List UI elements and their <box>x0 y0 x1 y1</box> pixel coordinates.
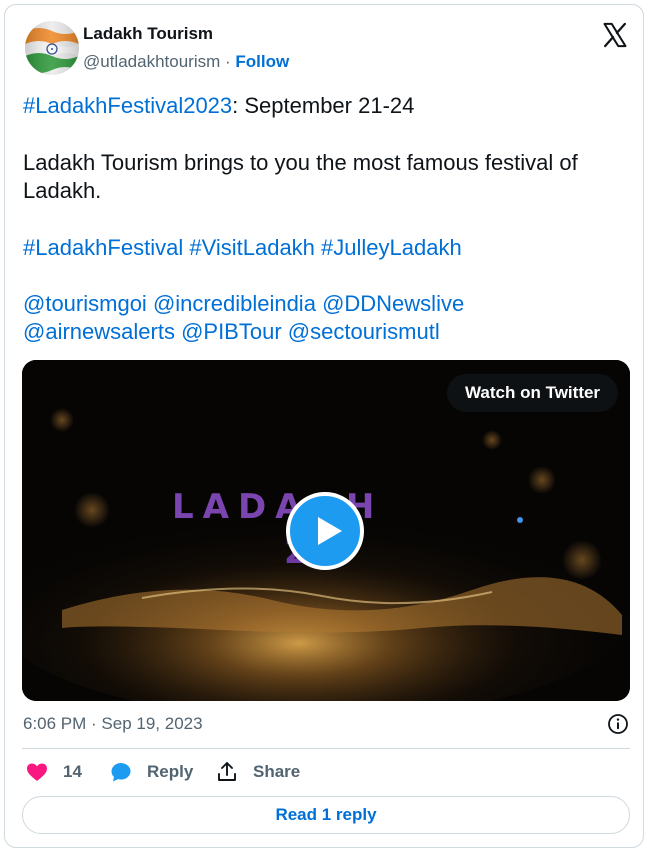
hashtag-link[interactable]: #JulleyLadakh <box>321 235 462 260</box>
tweet-mentions-2: @airnewsalerts @PIBTour @sectourismutl <box>23 318 633 346</box>
play-icon <box>318 517 342 545</box>
mention-link[interactable]: @airnewsalerts <box>23 319 175 344</box>
x-logo-icon[interactable] <box>601 21 629 49</box>
info-icon[interactable] <box>606 712 630 736</box>
reply-button[interactable]: Reply <box>109 760 193 784</box>
author-handle[interactable]: @utladakhtourism <box>83 52 220 71</box>
divider <box>22 748 630 749</box>
author-name[interactable]: Ladakh Tourism <box>83 24 213 44</box>
hashtag-link[interactable]: #LadakhFestival2023 <box>23 93 232 118</box>
tweet-embed-card: Ladakh Tourism @utladakhtourism · Follow… <box>4 4 644 848</box>
tweet-text-span: : September 21-24 <box>232 93 415 118</box>
read-replies-button[interactable]: Read 1 reply <box>22 796 630 834</box>
author-handle-row: @utladakhtourism · Follow <box>83 52 289 72</box>
tweet-mentions-1: @tourismgoi @incredibleindia @DDNewslive <box>23 290 633 318</box>
mention-link[interactable]: @sectourismutl <box>288 319 440 344</box>
follow-button[interactable]: Follow <box>235 52 289 71</box>
reply-label: Reply <box>147 762 194 781</box>
avatar[interactable] <box>25 21 79 75</box>
mention-link[interactable]: @tourismgoi <box>23 291 147 316</box>
hashtag-link[interactable]: #LadakhFestival <box>23 235 183 260</box>
mention-link[interactable]: @incredibleindia <box>153 291 316 316</box>
share-button[interactable]: Share <box>215 760 300 784</box>
tweet-line-1: #LadakhFestival2023: September 21-24 <box>23 92 633 120</box>
share-label: Share <box>253 762 301 781</box>
heart-icon <box>27 763 47 781</box>
speech-bubble-icon <box>111 763 131 782</box>
play-button[interactable] <box>286 492 364 570</box>
like-button[interactable]: 14 <box>25 760 82 784</box>
mention-link[interactable]: @PIBTour <box>181 319 282 344</box>
separator-dot: · <box>225 52 231 71</box>
india-flag-icon <box>25 21 79 75</box>
tweet-hashtags: #LadakhFestival #VisitLadakh #JulleyLada… <box>23 234 633 262</box>
hashtag-link[interactable]: #VisitLadakh <box>189 235 315 260</box>
watch-on-twitter-button[interactable]: Watch on Twitter <box>447 374 619 412</box>
mention-link[interactable]: @DDNewslive <box>322 291 464 316</box>
tweet-timestamp[interactable]: 6:06 PM · Sep 19, 2023 <box>23 714 203 734</box>
video-player[interactable]: Watch on Twitter LADAKH 2 <box>22 360 630 701</box>
upload-icon <box>218 762 236 781</box>
like-count: 14 <box>63 762 82 781</box>
tweet-body: Ladakh Tourism brings to you the most fa… <box>23 150 578 203</box>
